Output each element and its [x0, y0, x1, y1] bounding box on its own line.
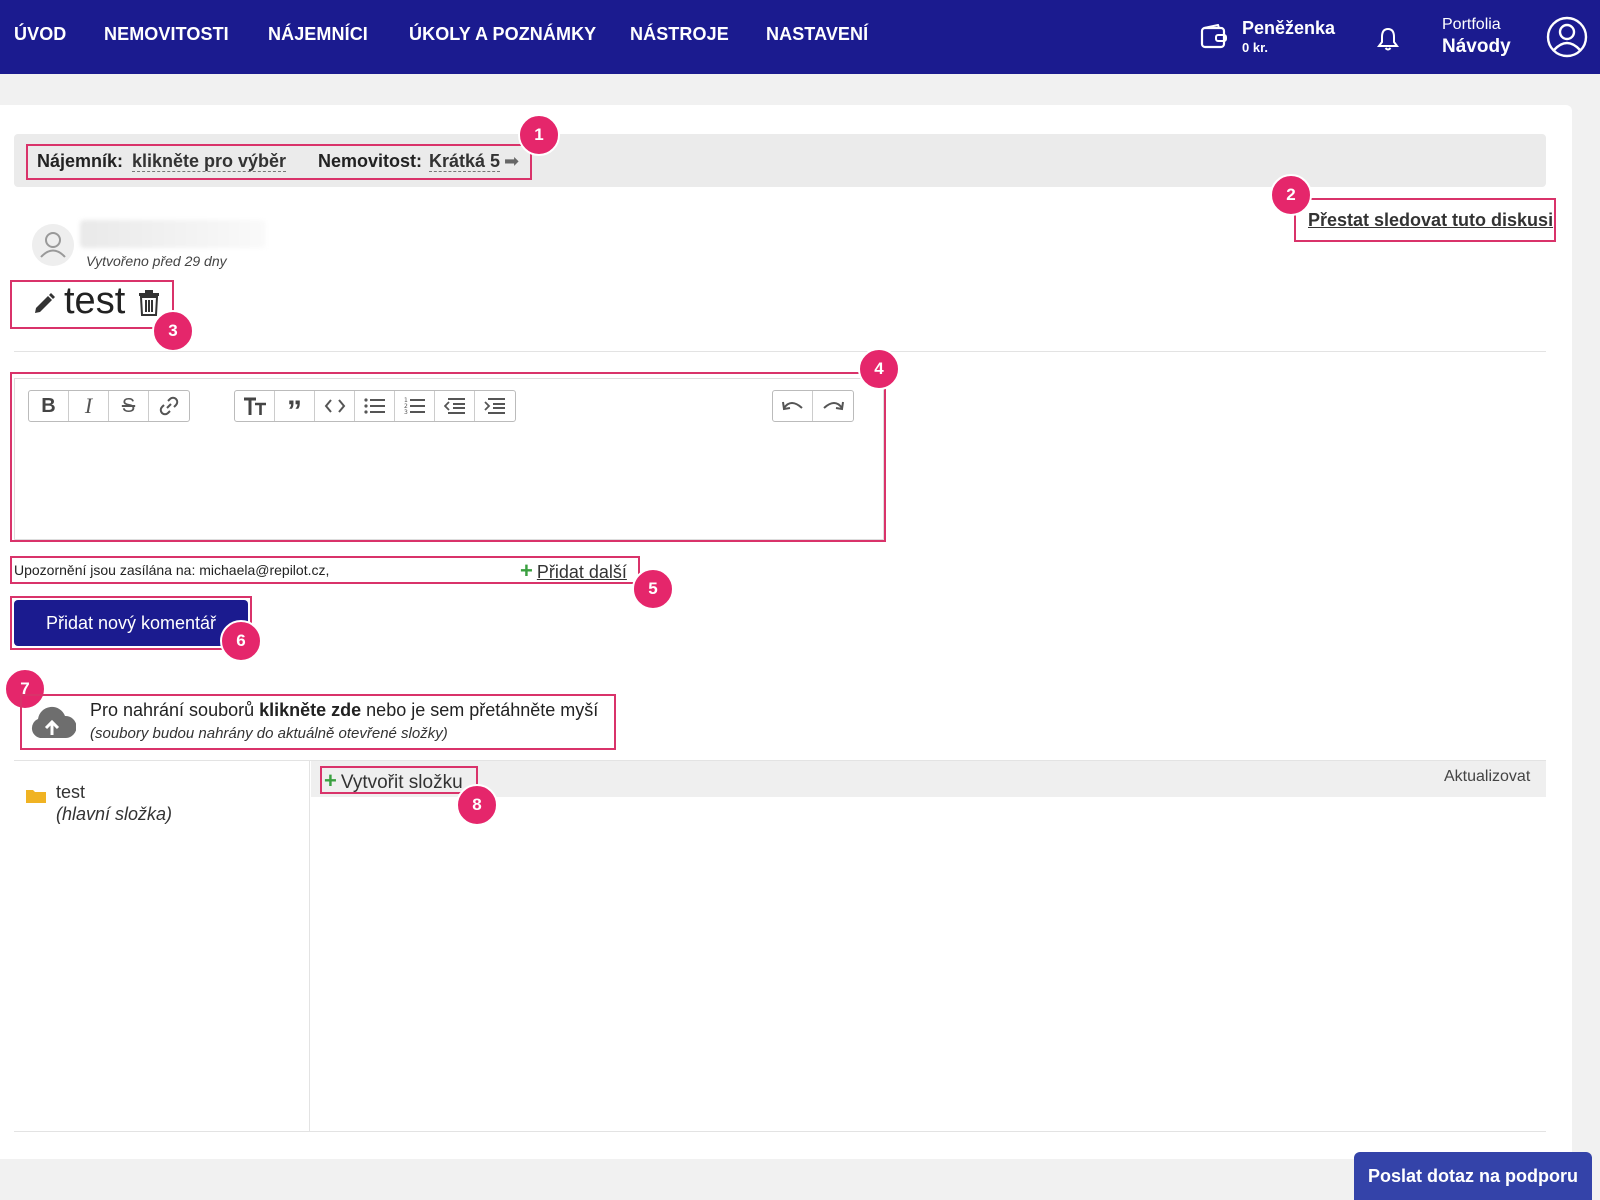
nav-item-nastroje[interactable]: NÁSTROJE [630, 24, 729, 45]
file-toolbar [311, 761, 1546, 797]
numbered-list-button[interactable]: 1 2 3 [395, 391, 435, 421]
tenant-label: Nájemník: [37, 151, 124, 171]
upload-instruction: Pro nahrání souborů klikněte zde nebo je… [90, 700, 599, 720]
file-browser [14, 760, 1546, 1132]
wallet-icon [1200, 24, 1227, 49]
bullet-list-icon [363, 398, 385, 414]
add-recipient-label: Přidat další [536, 562, 627, 582]
indent-button[interactable] [475, 391, 515, 421]
indent-icon [484, 398, 505, 414]
upload-dropzone[interactable]: Pro nahrání souborů klikněte zde nebo je… [20, 694, 614, 750]
code-icon [324, 399, 345, 413]
portfolio-label: Portfolia [1442, 16, 1501, 33]
folder-subtitle: (hlavní složka) [56, 804, 173, 824]
wallet-title: Peněženka [1242, 18, 1336, 38]
nav-item-ukoly[interactable]: ÚKOLY A POZNÁMKY [409, 24, 596, 45]
tenant-selector[interactable]: klikněte pro výběr [132, 151, 287, 172]
svg-text:3: 3 [404, 409, 408, 415]
undo-icon [781, 401, 803, 411]
support-request-button[interactable]: Poslat dotaz na podporu [1354, 1152, 1592, 1200]
link-button[interactable] [149, 391, 189, 421]
quote-button[interactable]: ” [275, 391, 315, 427]
numbered-list-icon: 1 2 3 [404, 397, 425, 415]
folder-name[interactable]: test [56, 782, 85, 803]
property-selector[interactable]: Krátká 5 [429, 151, 501, 172]
annotation-badge-4: 4 [858, 348, 900, 390]
upload-click-here[interactable]: klikněte zde [259, 700, 361, 720]
section-divider [14, 351, 1546, 352]
nav-item-nastaveni[interactable]: NASTAVENÍ [766, 24, 868, 45]
create-folder-label: Vytvořit složku [340, 772, 463, 793]
bell-icon[interactable] [1376, 26, 1400, 52]
pencil-icon[interactable] [32, 292, 56, 316]
cloud-upload-icon [31, 706, 76, 738]
annotation-badge-8: 8 [456, 784, 498, 826]
notification-recipients: Upozornění jsou zasílána na: michaela@re… [14, 562, 330, 578]
refresh-link[interactable]: Aktualizovat [1444, 768, 1530, 786]
redo-button[interactable] [813, 391, 853, 421]
plus-icon: + [520, 558, 533, 583]
arrow-right-icon[interactable]: ➡ [504, 151, 519, 172]
portfolio-value: Návody [1442, 36, 1511, 57]
nav-item-najemnici[interactable]: NÁJEMNÍCI [268, 24, 368, 45]
unfollow-discussion-link[interactable]: Přestat sledovat tuto diskusi [1308, 210, 1553, 231]
strikethrough-button[interactable]: S [109, 391, 149, 421]
heading-icon [243, 397, 266, 415]
upload-note: (soubory budou nahrány do aktuálně otevř… [90, 725, 448, 742]
link-icon [159, 396, 179, 416]
created-timestamp: Vytvořeno před 29 dny [86, 253, 227, 269]
nav-item-nemovitosti[interactable]: NEMOVITOSTI [104, 24, 229, 45]
annotation-badge-5: 5 [632, 568, 674, 610]
outdent-icon [443, 398, 465, 414]
bullet-list-button[interactable] [355, 391, 395, 421]
toolbar-group-history [772, 390, 854, 422]
folder-icon [26, 790, 46, 803]
add-recipient-link[interactable]: + Přidat další [520, 558, 627, 584]
user-account-icon[interactable] [1546, 16, 1588, 58]
annotation-badge-3: 3 [152, 310, 194, 352]
annotation-badge-6: 6 [220, 620, 262, 662]
create-folder-button[interactable]: + Vytvořit složku [324, 768, 463, 794]
trash-icon[interactable] [138, 290, 160, 316]
redo-icon [823, 401, 844, 411]
toolbar-group-format: B I S [28, 390, 190, 422]
annotation-badge-1: 1 [518, 114, 560, 156]
author-name-redacted [80, 220, 266, 248]
quote-icon: ” [287, 395, 302, 428]
add-comment-button[interactable]: Přidat nový komentář [14, 600, 248, 646]
heading-button[interactable] [235, 391, 275, 421]
italic-button[interactable]: I [69, 391, 109, 421]
user-avatar [32, 224, 74, 266]
portfolio-selector[interactable]: Portfolia Návody [1442, 16, 1511, 58]
toolbar-group-blocks: ” 1 2 3 [234, 390, 516, 427]
outdent-button[interactable] [435, 391, 475, 421]
bold-button[interactable]: B [29, 391, 69, 421]
nav-item-uvod[interactable]: ÚVOD [14, 24, 66, 45]
wallet-amount: 0 kr. [1242, 40, 1269, 55]
wallet-button[interactable]: Peněženka 0 kr. [1200, 18, 1350, 58]
top-navigation: ÚVOD NEMOVITOSTI NÁJEMNÍCI ÚKOLY A POZNÁ… [0, 0, 1600, 74]
annotation-badge-2: 2 [1270, 174, 1312, 216]
property-label: Nemovitost: [318, 151, 423, 171]
plus-icon: + [324, 768, 337, 793]
discussion-title: test [64, 280, 126, 322]
code-button[interactable] [315, 391, 355, 421]
undo-button[interactable] [773, 391, 813, 421]
